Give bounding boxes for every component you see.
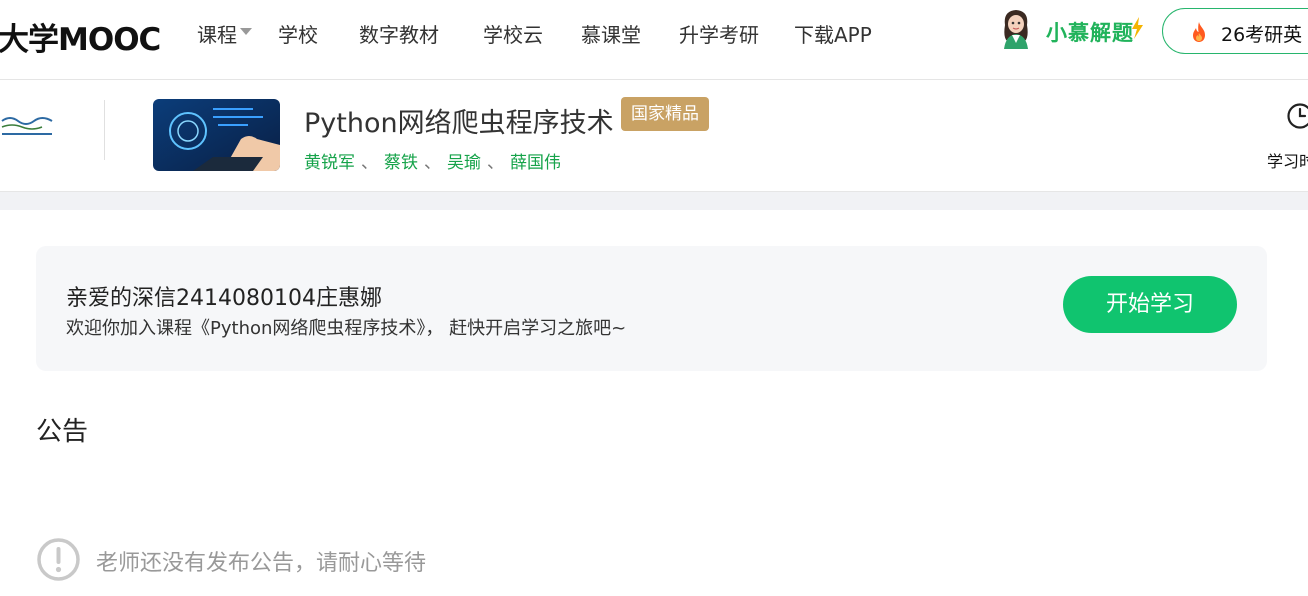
avatar-icon[interactable] xyxy=(997,7,1035,49)
clock-icon[interactable] xyxy=(1286,102,1308,130)
nav-item-digital-textbooks[interactable]: 数字教材 xyxy=(359,19,439,48)
quality-badge: 国家精品 xyxy=(621,97,709,131)
top-navigation: 大学MOOC 课程 学校 数字教材 学校云 慕课堂 升学考研 下载APP 小慕解… xyxy=(0,0,1308,80)
welcome-message: 欢迎你加入课程《Python网络爬虫程序技术》， 赶快开启学习之旅吧~ xyxy=(66,318,627,339)
mascot-label[interactable]: 小慕解题 xyxy=(1046,17,1134,47)
exclamation-circle-icon xyxy=(37,538,80,581)
teacher-separator: 、 xyxy=(361,153,378,173)
course-title: Python网络爬虫程序技术 xyxy=(304,108,614,139)
promo-label: 26考研英 xyxy=(1221,24,1303,46)
bolt-icon xyxy=(1132,17,1143,39)
nav-item-school-cloud[interactable]: 学校云 xyxy=(483,19,543,48)
teacher-separator: 、 xyxy=(424,153,441,173)
teacher-list: 黄锐军、蔡铁、吴瑜、薛国伟 xyxy=(304,148,561,173)
school-logo[interactable] xyxy=(0,107,56,143)
course-thumbnail[interactable] xyxy=(153,99,280,171)
welcome-card: 亲爱的深信2414080104庄惠娜 欢迎你加入课程《Python网络爬虫程序技… xyxy=(36,246,1267,371)
caret-down-icon xyxy=(240,28,252,35)
fire-icon xyxy=(1193,22,1205,42)
nav-item-exam-prep[interactable]: 升学考研 xyxy=(679,19,759,48)
teacher-link[interactable]: 黄锐军 xyxy=(304,153,355,173)
teacher-link[interactable]: 薛国伟 xyxy=(510,153,561,173)
teacher-link[interactable]: 吴瑜 xyxy=(447,153,481,173)
start-learning-button[interactable]: 开始学习 xyxy=(1063,276,1237,333)
header-divider xyxy=(104,100,105,160)
nav-item-courses[interactable]: 课程 xyxy=(197,19,237,48)
teacher-separator: 、 xyxy=(487,153,504,173)
nav-item-mooc-classroom[interactable]: 慕课堂 xyxy=(581,19,641,48)
welcome-greeting: 亲爱的深信2414080104庄惠娜 xyxy=(66,286,382,311)
nav-item-download-app[interactable]: 下载APP xyxy=(794,19,872,48)
teacher-link[interactable]: 蔡铁 xyxy=(384,153,418,173)
site-logo[interactable]: 大学MOOC xyxy=(0,14,161,59)
study-time-label[interactable]: 学习时 xyxy=(1267,148,1308,172)
announcements-empty-text: 老师还没有发布公告，请耐心等待 xyxy=(96,551,427,576)
nav-item-schools[interactable]: 学校 xyxy=(278,19,318,48)
section-separator-band xyxy=(0,192,1308,210)
promo-button[interactable]: 26考研英 xyxy=(1162,8,1308,54)
course-header: Python网络爬虫程序技术 国家精品 黄锐军、蔡铁、吴瑜、薛国伟 学习时 xyxy=(0,80,1308,192)
announcements-title: 公告 xyxy=(36,417,89,447)
